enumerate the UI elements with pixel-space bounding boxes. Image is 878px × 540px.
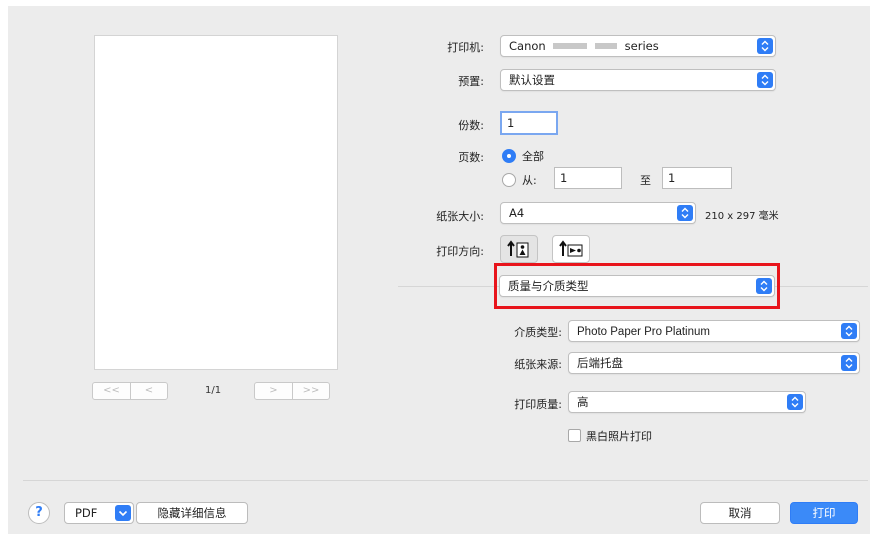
help-button[interactable]: ?	[28, 502, 50, 524]
highlight-box	[494, 263, 780, 309]
printer-select[interactable]: Canon series	[500, 35, 776, 57]
orientation-label: 打印方向:	[436, 245, 484, 258]
pages-range-radio[interactable]	[502, 173, 516, 187]
printer-label: 打印机:	[447, 41, 484, 54]
chevron-updown-icon	[677, 205, 693, 221]
copies-input[interactable]: 1	[500, 111, 558, 135]
paper-size-value: A4	[509, 206, 525, 220]
paper-size-label: 纸张大小:	[436, 210, 484, 223]
pdf-label: PDF	[75, 506, 98, 520]
pages-label: 页数:	[458, 151, 484, 164]
chevron-updown-icon	[841, 323, 857, 339]
next-page-button[interactable]: >	[255, 383, 292, 399]
landscape-orientation-button[interactable]	[552, 235, 590, 263]
chevron-updown-icon	[757, 38, 773, 54]
cancel-button[interactable]: 取消	[700, 502, 780, 524]
chevron-down-icon	[115, 505, 131, 521]
printer-name-redacted-2	[595, 43, 618, 49]
print-quality-value: 高	[577, 395, 589, 409]
chevron-updown-icon	[787, 394, 803, 410]
grayscale-checkbox[interactable]	[568, 429, 581, 442]
chevron-updown-icon	[841, 355, 857, 371]
portrait-icon	[507, 240, 529, 258]
paper-dimensions: 210 x 297 毫米	[705, 211, 779, 222]
footer-separator	[23, 480, 868, 481]
hide-details-button[interactable]: 隐藏详细信息	[136, 502, 248, 524]
pages-from-input[interactable]: 1	[554, 167, 622, 189]
printer-name-prefix: Canon	[509, 39, 546, 53]
prev-page-button[interactable]: <	[130, 383, 167, 399]
paper-source-select[interactable]: 后端托盘	[568, 352, 860, 374]
grayscale-label: 黑白照片打印	[586, 430, 652, 443]
paper-source-value: 后端托盘	[577, 356, 623, 370]
chevron-updown-icon	[757, 72, 773, 88]
presets-value: 默认设置	[509, 73, 555, 87]
media-type-select[interactable]: Photo Paper Pro Platinum	[568, 320, 860, 342]
last-page-button[interactable]: >>	[292, 383, 329, 399]
printer-name-suffix: series	[624, 39, 659, 53]
media-type-value: Photo Paper Pro Platinum	[577, 326, 710, 338]
copies-label: 份数:	[458, 119, 484, 132]
page-counter: 1/1	[205, 385, 222, 396]
print-dialog: << < 1/1 > >> 打印机: Canon series 预置: 默认设置…	[8, 6, 870, 534]
print-button[interactable]: 打印	[790, 502, 858, 524]
pages-all-radio[interactable]	[502, 149, 516, 163]
paper-source-label: 纸张来源:	[514, 358, 562, 371]
presets-select[interactable]: 默认设置	[500, 69, 776, 91]
print-quality-select[interactable]: 高	[568, 391, 806, 413]
printer-name-redacted	[553, 43, 588, 49]
first-page-button[interactable]: <<	[93, 383, 130, 399]
pages-to-label: 至	[640, 174, 651, 187]
media-type-label: 介质类型:	[514, 326, 562, 339]
print-quality-label: 打印质量:	[514, 398, 562, 411]
portrait-orientation-button[interactable]	[500, 235, 538, 263]
pages-all-label: 全部	[522, 150, 544, 163]
pages-to-input[interactable]: 1	[662, 167, 732, 189]
landscape-icon	[559, 240, 583, 257]
pdf-menu-button[interactable]: PDF	[64, 502, 134, 524]
pages-from-label: 从:	[522, 174, 537, 187]
pager-forward: > >>	[254, 382, 330, 400]
pager-back: << <	[92, 382, 168, 400]
page-preview	[94, 35, 338, 370]
presets-label: 预置:	[458, 75, 484, 88]
paper-size-select[interactable]: A4	[500, 202, 696, 224]
